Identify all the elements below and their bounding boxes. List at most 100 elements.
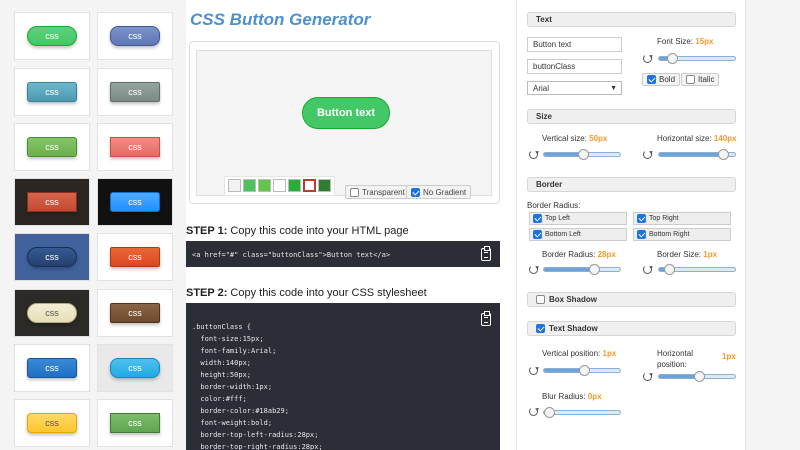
corner-checkbox[interactable] xyxy=(637,230,646,239)
gallery-thumb[interactable]: css xyxy=(97,233,173,281)
slider-handle[interactable] xyxy=(717,149,729,160)
border-size-text: Border Size: xyxy=(657,250,702,259)
gallery-thumb[interactable]: css xyxy=(14,123,90,171)
bold-checkbox[interactable] xyxy=(647,75,656,84)
slider-handle[interactable] xyxy=(667,53,679,64)
text-shadow-section-header[interactable]: Text Shadow xyxy=(527,321,736,336)
italic-checkbox[interactable] xyxy=(686,75,695,84)
corner-checkbox[interactable] xyxy=(533,214,542,223)
border-size-slider[interactable] xyxy=(658,264,736,275)
border-section-header: Border xyxy=(527,177,736,192)
text-shadow-vertical-text: Vertical position: xyxy=(542,349,601,358)
corner-checkbox[interactable] xyxy=(533,230,542,239)
slider-fill xyxy=(659,153,726,156)
font-size-text: Font Size: xyxy=(657,37,694,46)
transparent-label: Transparent xyxy=(362,187,405,197)
gallery-thumb[interactable]: css xyxy=(97,123,173,171)
box-shadow-section-header[interactable]: Box Shadow xyxy=(527,292,736,307)
corner-toggle[interactable]: Top Right xyxy=(633,212,731,225)
slider-handle[interactable] xyxy=(544,407,555,418)
css-code-line: color:#fff; xyxy=(192,395,247,403)
clipboard-icon[interactable] xyxy=(481,311,491,326)
color-swatch[interactable] xyxy=(303,179,316,192)
gallery-thumb[interactable]: css xyxy=(97,68,173,116)
border-radius-slider[interactable] xyxy=(543,264,621,275)
reset-icon[interactable] xyxy=(643,265,652,274)
horizontal-size-slider[interactable] xyxy=(658,149,736,160)
css-code-line: border-top-left-radius:28px; xyxy=(192,431,319,439)
italic-toggle[interactable]: Italic xyxy=(681,73,720,86)
preview-button[interactable]: Button text xyxy=(302,97,390,129)
blur-radius-label: Blur Radius: 0px xyxy=(542,392,602,401)
slider-handle[interactable] xyxy=(577,149,589,160)
text-shadow-checkbox[interactable] xyxy=(536,324,545,333)
gallery-thumb[interactable]: css xyxy=(14,178,90,226)
corner-toggle[interactable]: Bottom Left xyxy=(529,228,627,241)
transparent-checkbox[interactable] xyxy=(350,187,359,197)
reset-icon[interactable] xyxy=(643,54,652,63)
bold-label: Bold xyxy=(659,75,676,84)
no-gradient-label: No Gradient xyxy=(423,187,467,197)
color-swatch[interactable] xyxy=(288,179,301,192)
gallery-thumb[interactable]: css xyxy=(14,344,90,392)
blur-radius-slider[interactable] xyxy=(543,407,621,418)
clipboard-icon[interactable] xyxy=(481,246,491,261)
text-shadow-horizontal-slider[interactable] xyxy=(658,371,736,382)
font-family-select[interactable]: Arial ▼ xyxy=(527,81,622,95)
gallery-thumb[interactable]: css xyxy=(14,12,90,60)
color-swatch[interactable] xyxy=(318,179,331,192)
preview-canvas: Button text Transparent No Gradient xyxy=(196,50,492,199)
gallery-sample-button: css xyxy=(110,247,160,267)
border-size-label: Border Size: 1px xyxy=(657,250,717,259)
css-code-line: font-size:15px; xyxy=(192,335,264,343)
gallery-thumb[interactable]: css xyxy=(97,344,173,392)
text-shadow-vertical-label: Vertical position: 1px xyxy=(542,349,616,358)
bold-toggle[interactable]: Bold xyxy=(642,73,681,86)
slider-handle[interactable] xyxy=(578,365,590,376)
color-swatch[interactable] xyxy=(273,179,286,192)
font-family-value: Arial xyxy=(533,83,550,93)
html-code-box[interactable]: <a href="#" class="buttonClass">Button t… xyxy=(186,241,500,267)
text-shadow-vertical-slider[interactable] xyxy=(543,365,621,376)
text-shadow-horizontal-label: Horizontal position: xyxy=(657,349,694,369)
class-name-input[interactable]: buttonClass xyxy=(527,59,622,74)
no-gradient-checkbox[interactable] xyxy=(411,187,420,197)
no-gradient-toggle[interactable]: No Gradient xyxy=(406,185,472,199)
gallery-thumb[interactable]: css xyxy=(14,68,90,116)
color-swatch[interactable] xyxy=(228,179,241,192)
preview-panel: Button text Transparent No Gradient xyxy=(189,41,500,204)
step2-text: Copy this code into your CSS stylesheet xyxy=(227,287,427,299)
chevron-down-icon: ▼ xyxy=(610,85,617,92)
page-margin xyxy=(746,0,800,450)
color-swatch[interactable] xyxy=(243,179,256,192)
step1-number: STEP 1: xyxy=(186,225,228,237)
corner-checkbox[interactable] xyxy=(637,214,646,223)
border-radius-heading: Border Radius: xyxy=(527,201,581,210)
slider-handle[interactable] xyxy=(588,264,600,275)
font-size-slider[interactable] xyxy=(658,53,736,64)
corner-toggle[interactable]: Bottom Right xyxy=(633,228,731,241)
reset-icon[interactable] xyxy=(643,372,652,381)
gallery-thumb[interactable]: css xyxy=(97,289,173,337)
color-swatch[interactable] xyxy=(258,179,271,192)
vertical-size-slider[interactable] xyxy=(543,149,621,160)
gallery-thumb[interactable]: css xyxy=(14,233,90,281)
reset-icon[interactable] xyxy=(529,366,538,375)
gallery-thumb[interactable]: css xyxy=(97,12,173,60)
reset-icon[interactable] xyxy=(529,265,538,274)
reset-icon[interactable] xyxy=(529,150,538,159)
reset-icon[interactable] xyxy=(643,150,652,159)
gallery-thumb[interactable]: css xyxy=(14,399,90,447)
gallery-thumb[interactable]: css xyxy=(97,178,173,226)
gallery-thumb[interactable]: css xyxy=(14,289,90,337)
gallery-thumb[interactable]: css xyxy=(97,399,173,447)
transparent-toggle[interactable]: Transparent xyxy=(345,185,410,199)
corner-toggle[interactable]: Top Left xyxy=(529,212,627,225)
slider-handle[interactable] xyxy=(693,371,705,382)
css-code-box[interactable]: .buttonClass { font-size:15px; font-fami… xyxy=(186,303,500,450)
text-shadow-vertical-value: 1px xyxy=(602,349,617,358)
box-shadow-checkbox[interactable] xyxy=(536,295,545,304)
reset-icon[interactable] xyxy=(529,407,538,416)
slider-handle[interactable] xyxy=(664,264,676,275)
button-text-input[interactable]: Button text xyxy=(527,37,622,52)
